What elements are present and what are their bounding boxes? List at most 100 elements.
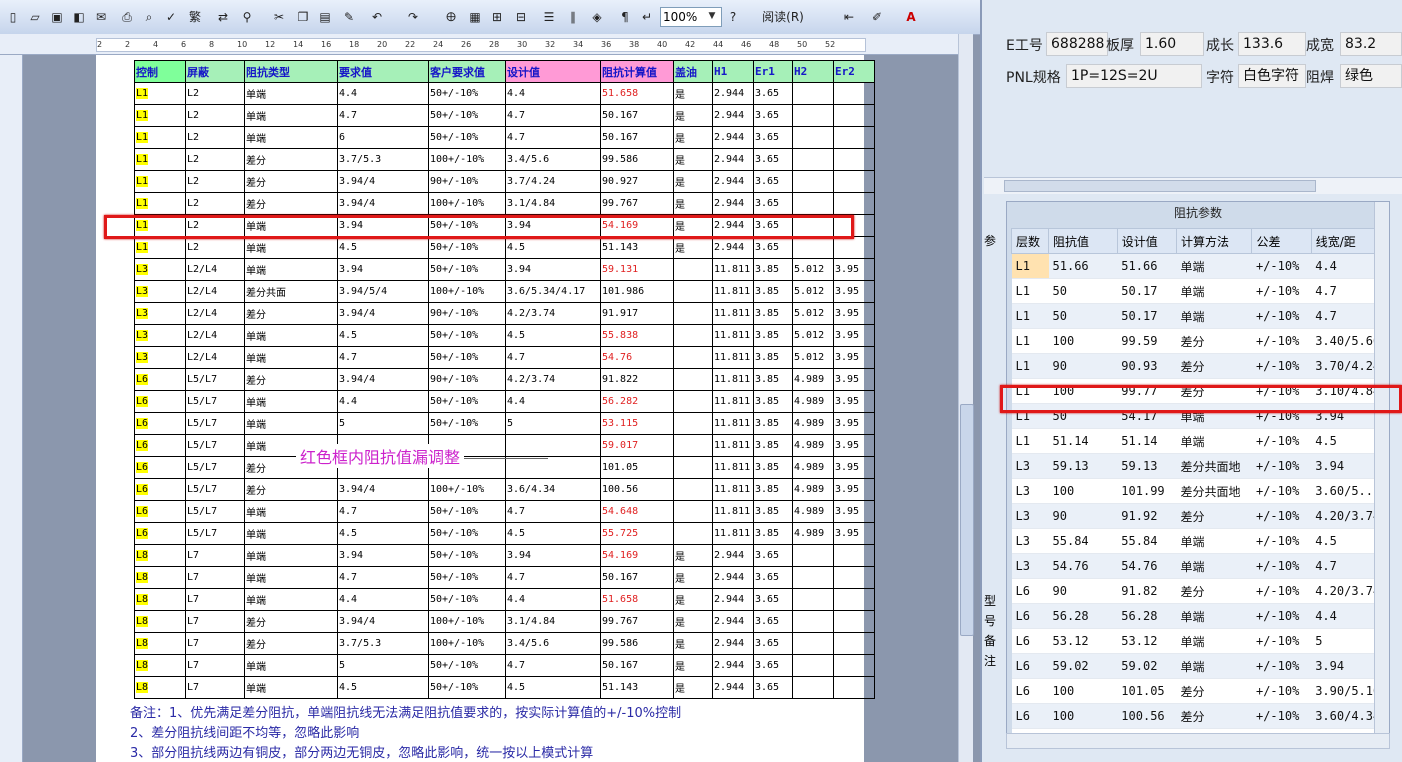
table-cell[interactable]: 55.838	[600, 324, 674, 347]
table-cell[interactable]: L5/L7	[185, 434, 245, 457]
table-cell[interactable]: L2/L4	[185, 346, 245, 369]
table-cell[interactable]	[673, 258, 713, 281]
table-cell[interactable]: 50+/-10%	[428, 544, 506, 567]
table-cell[interactable]: 50+/-10%	[428, 522, 506, 545]
table-cell[interactable]: L6	[134, 434, 186, 457]
table-cell[interactable]	[833, 566, 875, 589]
table-cell[interactable]: 4.2/3.74	[505, 368, 601, 391]
permission-icon[interactable]: ◧	[70, 7, 88, 27]
grid-cell[interactable]: 101.99	[1117, 478, 1177, 504]
table-cell[interactable]: 2.944	[712, 610, 754, 633]
table-cell[interactable]: 50+/-10%	[428, 500, 506, 523]
table-cell[interactable]: 100+/-10%	[428, 632, 506, 655]
table-cell[interactable]: 2.944	[712, 654, 754, 677]
grid-cell[interactable]: L1	[1011, 253, 1049, 279]
table-cell[interactable]: 11.811	[712, 280, 754, 303]
hyperlink-icon[interactable]: 🜨	[442, 7, 460, 27]
grid-cell[interactable]: +/-10%	[1251, 553, 1312, 579]
table-cell[interactable]: 59.017	[600, 434, 674, 457]
table-cell[interactable]: L2	[185, 82, 245, 105]
table-cell[interactable]: L7	[185, 676, 245, 699]
grid-cell[interactable]: 55.84	[1117, 528, 1177, 554]
table-cell[interactable]: 2.944	[712, 566, 754, 589]
table-cell[interactable]: 2.944	[712, 148, 754, 171]
grid-cell[interactable]: 50	[1048, 278, 1118, 304]
table-cell[interactable]: L6	[134, 522, 186, 545]
table-cell[interactable]	[673, 412, 713, 435]
grid-cell[interactable]: +/-10%	[1251, 303, 1312, 329]
grid-cell[interactable]: 90.93	[1117, 353, 1177, 379]
table-cell[interactable]: L2	[185, 236, 245, 259]
table-cell[interactable]: L1	[134, 82, 186, 105]
grid-cell[interactable]: 50	[1048, 303, 1118, 329]
grid-cell[interactable]: +/-10%	[1251, 453, 1312, 479]
h-scroll-thumb[interactable]	[1004, 180, 1316, 192]
grid-cell[interactable]: +/-10%	[1251, 653, 1312, 679]
grid-cell[interactable]: +/-10%	[1251, 603, 1312, 629]
table-cell[interactable]: L2	[185, 126, 245, 149]
table-cell[interactable]: 50.167	[600, 566, 674, 589]
grid-column-header[interactable]: 设计值	[1116, 228, 1178, 254]
scroll-thumb[interactable]	[960, 404, 974, 636]
grid-row[interactable]: L1 100 99.59 差分 +/-10% 3.40/5.60	[1011, 328, 1389, 354]
table-cell[interactable]: 5.012	[792, 324, 834, 347]
table-cell[interactable]	[792, 126, 834, 149]
grid-cell[interactable]: 50.17	[1117, 303, 1177, 329]
grid-cell[interactable]: 50.17	[1117, 278, 1177, 304]
format-painter-icon[interactable]: ✎	[340, 7, 358, 27]
table-cell[interactable]: 3.94/4	[337, 478, 429, 501]
table-cell[interactable]: 4.4	[337, 390, 429, 413]
table-cell[interactable]: 单端	[244, 126, 338, 149]
grid-cell[interactable]: 54.76	[1117, 553, 1177, 579]
table-cell[interactable]: 是	[673, 676, 713, 699]
table-cell[interactable]: 3.65	[753, 610, 793, 633]
table-cell[interactable]	[673, 456, 713, 479]
grid-cell[interactable]: L3	[1011, 553, 1049, 579]
grid-cell[interactable]: 90	[1048, 578, 1118, 604]
grid-cell[interactable]: +/-10%	[1251, 528, 1312, 554]
print-preview-icon[interactable]: ⌕	[140, 7, 158, 27]
table-cell[interactable]: 100.56	[600, 478, 674, 501]
table-cell[interactable]: 99.767	[600, 610, 674, 633]
table-cell[interactable]: 4.5	[505, 236, 601, 259]
table-cell[interactable]: 2.944	[712, 236, 754, 259]
table-cell[interactable]	[792, 544, 834, 567]
table-cell[interactable]: 3.94	[337, 258, 429, 281]
table-cell[interactable]: L1	[134, 192, 186, 215]
vertical-ruler[interactable]	[0, 55, 23, 762]
table-cell[interactable]: 单端	[244, 566, 338, 589]
table-cell[interactable]: 100+/-10%	[428, 280, 506, 303]
table-cell[interactable]: L2	[185, 104, 245, 127]
grid-cell[interactable]: L6	[1011, 628, 1049, 654]
table-cell[interactable]	[673, 434, 713, 457]
grid-cell[interactable]: 59.02	[1048, 653, 1118, 679]
grid-cell[interactable]: L1	[1011, 303, 1049, 329]
table-cell[interactable]: 3.85	[753, 258, 793, 281]
table-cell[interactable]: L3	[134, 302, 186, 325]
table-cell[interactable]	[792, 170, 834, 193]
table-cell[interactable]: 3.85	[753, 390, 793, 413]
read-mode-button[interactable]: 阅读(R)	[752, 7, 814, 27]
grid-cell[interactable]: 100	[1048, 328, 1118, 354]
grid-cell[interactable]: L3	[1011, 453, 1049, 479]
table-cell[interactable]: 4.989	[792, 434, 834, 457]
table-cell[interactable]: 是	[673, 192, 713, 215]
table-cell[interactable]: 3.95	[833, 478, 875, 501]
grid-cell[interactable]: 单端	[1176, 278, 1252, 304]
grid-cell[interactable]: +/-10%	[1251, 503, 1312, 529]
table-cell[interactable]	[792, 654, 834, 677]
table-cell[interactable]: 4.7	[337, 566, 429, 589]
table-cell[interactable]: 4.2/3.74	[505, 302, 601, 325]
table-cell[interactable]: 11.811	[712, 368, 754, 391]
grid-cell[interactable]: 51.66	[1048, 253, 1118, 279]
table-cell[interactable]: 3.85	[753, 434, 793, 457]
table-cell[interactable]: 11.811	[712, 258, 754, 281]
table-cell[interactable]: 是	[673, 654, 713, 677]
grid-row[interactable]: L6 59.02 59.02 单端 +/-10% 3.94	[1011, 653, 1389, 679]
table-cell[interactable]: 差分	[244, 478, 338, 501]
table-cell[interactable]	[792, 236, 834, 259]
columns-icon[interactable]: ☰	[540, 7, 558, 27]
grid-cell[interactable]: +/-10%	[1251, 578, 1312, 604]
grid-row[interactable]: L1 51.14 51.14 单端 +/-10% 4.5	[1011, 428, 1389, 454]
grid-cell[interactable]: 差分	[1176, 353, 1252, 379]
